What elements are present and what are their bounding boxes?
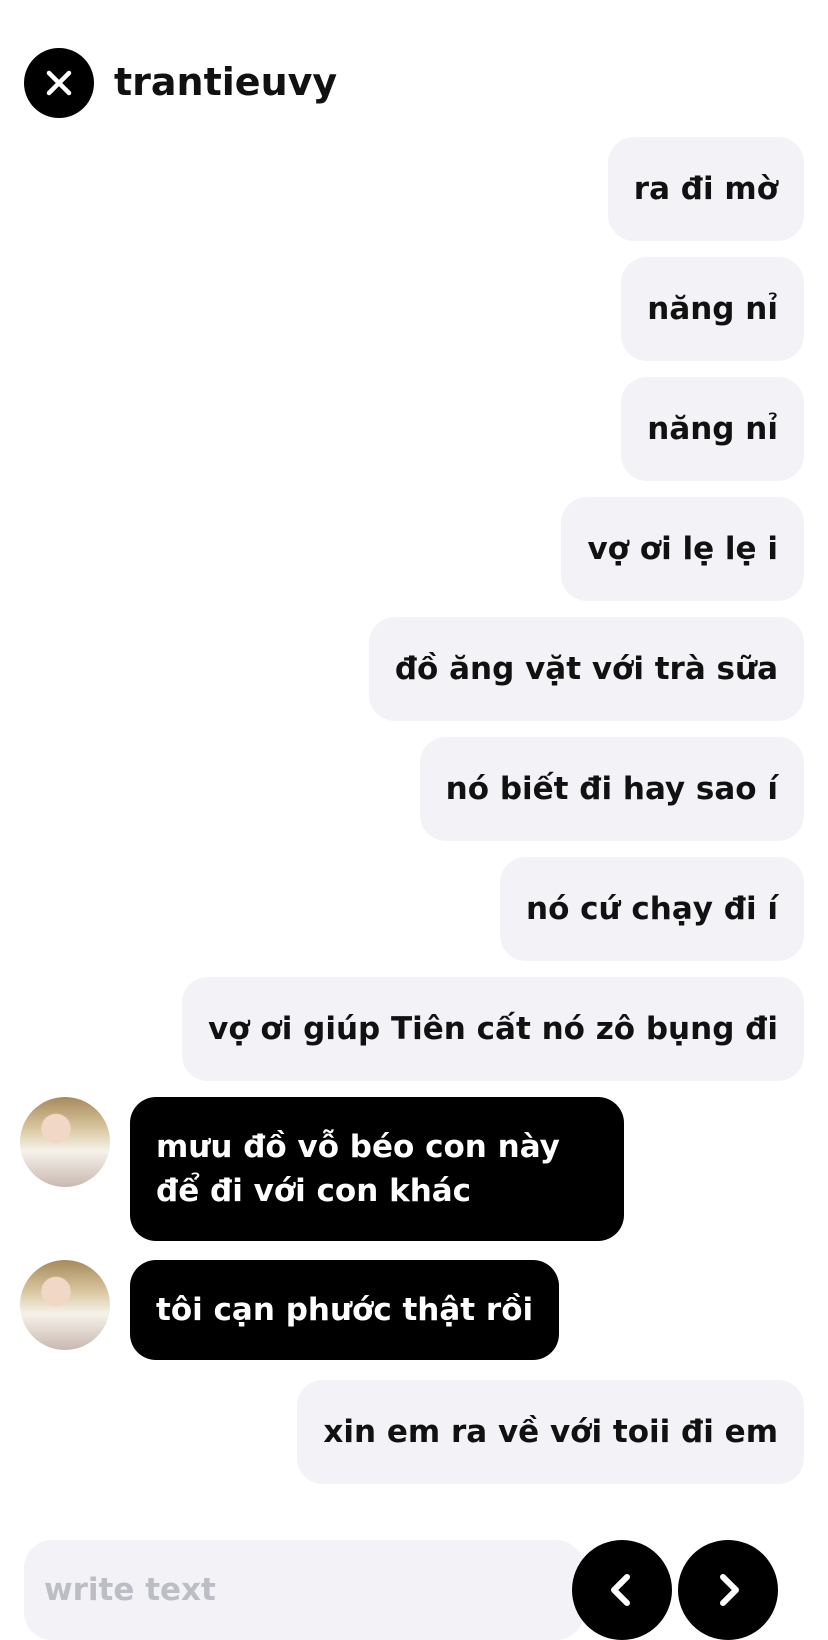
chat-header: trantieuvy	[0, 0, 828, 140]
avatar[interactable]	[20, 1260, 110, 1350]
incoming-message: mưu đồ vỗ béo con này để đi với con khác	[130, 1097, 624, 1241]
previous-button[interactable]	[572, 1540, 672, 1640]
composer	[0, 1540, 828, 1640]
message-list[interactable]: ra đi mờ năng nỉ năng nỉ vợ ơi lẹ lẹ i đ…	[0, 0, 828, 1530]
outgoing-message: đồ ăng vặt với trà sữa	[368, 617, 804, 721]
message-input[interactable]	[24, 1540, 584, 1640]
outgoing-message: nó cứ chạy đi í	[500, 857, 804, 961]
next-button[interactable]	[678, 1540, 778, 1640]
outgoing-message: năng nỉ	[621, 257, 804, 361]
close-icon	[46, 70, 72, 96]
chevron-left-icon	[611, 1574, 630, 1606]
close-button[interactable]	[24, 48, 94, 118]
outgoing-message: ra đi mờ	[607, 137, 804, 241]
outgoing-message: xin em ra về với toii đi em	[297, 1380, 804, 1484]
chat-title: trantieuvy	[114, 60, 338, 104]
outgoing-message: vợ ơi giúp Tiên cất nó zô bụng đi	[182, 977, 804, 1081]
outgoing-message: vợ ơi lẹ lẹ i	[561, 497, 804, 601]
incoming-message: tôi cạn phước thật rồi	[130, 1260, 560, 1360]
chevron-right-icon	[720, 1574, 739, 1606]
avatar[interactable]	[20, 1097, 110, 1187]
outgoing-message: nó biết đi hay sao í	[419, 737, 804, 841]
outgoing-message: năng nỉ	[621, 377, 804, 481]
